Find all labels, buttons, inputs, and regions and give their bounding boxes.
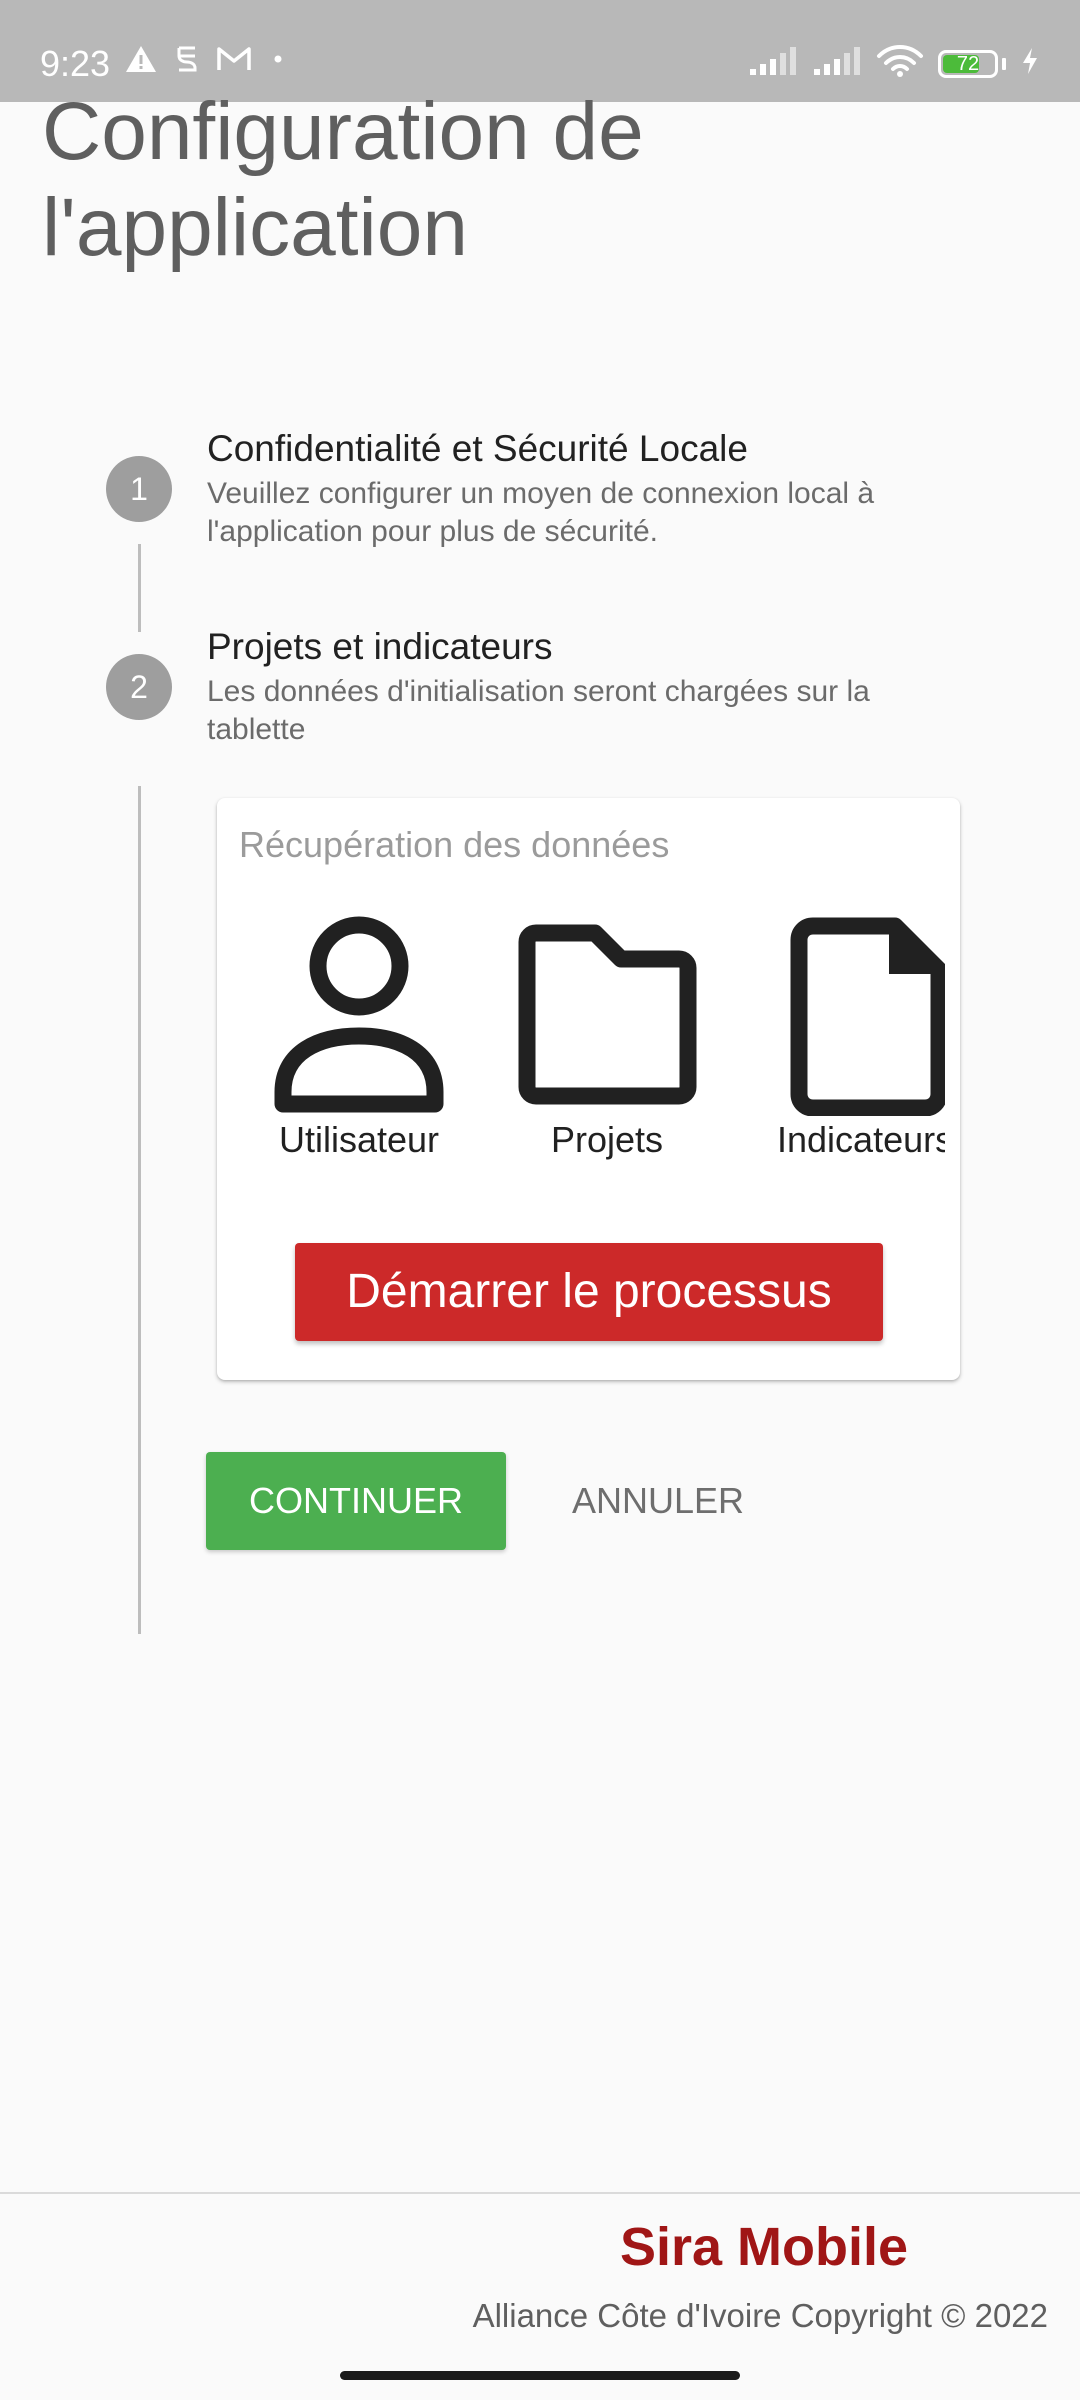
battery-cap: [1002, 57, 1006, 70]
signal-icon: [812, 45, 862, 82]
status-time: 9:23: [40, 43, 111, 84]
step-1-number[interactable]: 1: [106, 456, 172, 522]
home-indicator[interactable]: [340, 2371, 740, 2380]
wifi-icon: [876, 44, 924, 83]
folder-icon: [507, 916, 707, 1116]
start-process-button[interactable]: Démarrer le processus: [295, 1243, 883, 1341]
gmail-icon: [216, 45, 252, 78]
battery-level: 72: [956, 52, 980, 75]
indicators-item: Indicateurs: [765, 916, 945, 1162]
signal-icon: [748, 45, 798, 82]
user-item-label: Utilisateur: [278, 1119, 440, 1160]
notification-icon: [174, 44, 200, 79]
warning-icon: [124, 44, 158, 79]
status-system-icons: 72: [748, 44, 1040, 83]
card-title: Récupération des données: [239, 824, 670, 865]
step-1-description: Veuillez configurer un moyen de connexio…: [207, 477, 875, 548]
step-2-content-line: [138, 786, 141, 1634]
charging-icon: [1020, 46, 1040, 81]
continue-button[interactable]: CONTINUER: [206, 1452, 506, 1550]
page-title: Configuration de l'application: [42, 86, 644, 273]
user-item: Utilisateur: [269, 916, 449, 1162]
footer-brand: Sira Mobile: [619, 2217, 908, 2277]
step-2-number[interactable]: 2: [106, 654, 172, 720]
cancel-button[interactable]: ANNULER: [546, 1452, 770, 1550]
step-2-title[interactable]: Projets et indicateurs: [207, 624, 1007, 670]
battery-icon: 72: [938, 49, 998, 78]
indicators-item-label: Indicateurs: [777, 1119, 945, 1160]
projects-item-label: Projets: [550, 1119, 664, 1160]
step-2-description: Les données d'initialisation seront char…: [207, 675, 870, 746]
footer: Sira Mobile Alliance Côte d'Ivoire Copyr…: [0, 2192, 1080, 2354]
data-retrieval-card: Récupération des données Utilisateur Pro…: [217, 798, 960, 1380]
step-connector: [138, 544, 141, 632]
step-1-title[interactable]: Confidentialité et Sécurité Locale: [207, 426, 1007, 472]
dot-icon: [268, 44, 288, 79]
file-icon: [765, 916, 945, 1116]
user-icon: [269, 916, 449, 1116]
status-notification-icons: [124, 44, 288, 79]
footer-copyright: Alliance Côte d'Ivoire Copyright © 2022: [472, 2297, 1048, 2334]
projects-item: Projets: [507, 916, 707, 1162]
